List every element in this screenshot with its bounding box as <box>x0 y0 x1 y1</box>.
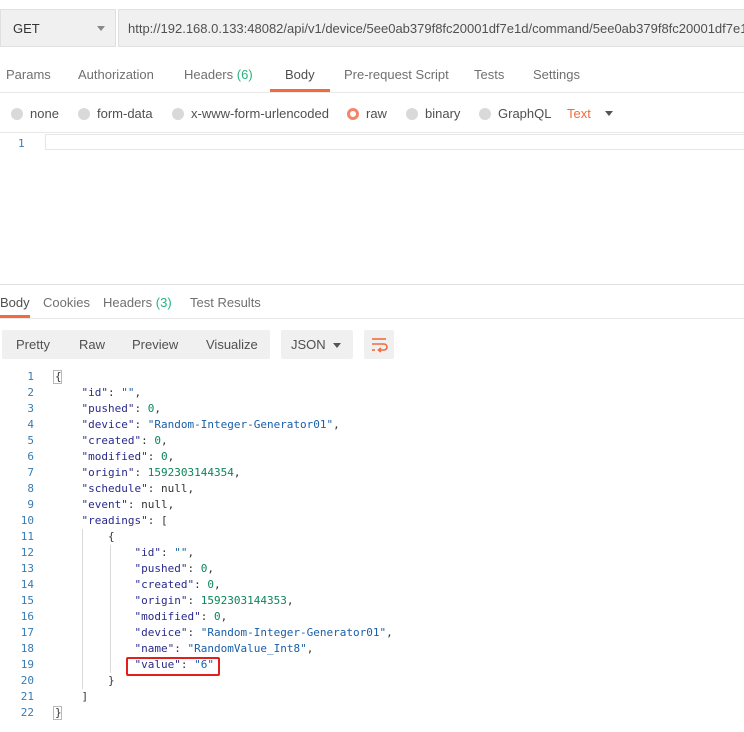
view-pretty-button[interactable]: Pretty <box>16 337 50 352</box>
code-line: "created": 0, <box>134 578 221 591</box>
radio-binary[interactable]: binary <box>406 106 460 121</box>
line-number: 8 <box>27 482 34 495</box>
radio-raw[interactable]: raw <box>347 106 387 121</box>
line-number: 13 <box>20 562 34 575</box>
radio-dot-icon <box>11 107 23 120</box>
code-line: ] <box>55 690 89 703</box>
view-visualize-button[interactable]: Visualize <box>206 337 258 352</box>
line-number: 3 <box>27 402 34 415</box>
line-number: 18 <box>20 642 34 655</box>
code-line: "modified": 0, <box>134 610 228 623</box>
url-input[interactable]: http://192.168.0.133:48082/api/v1/device… <box>118 9 744 47</box>
line-number: 11 <box>20 530 34 543</box>
tab-body[interactable]: Body <box>285 67 315 82</box>
code-line: } <box>55 674 115 687</box>
tab-settings[interactable]: Settings <box>533 67 580 82</box>
response-tab-test-results[interactable]: Test Results <box>190 295 261 310</box>
line-number: 15 <box>20 594 34 607</box>
raw-format-select[interactable]: Text <box>567 106 591 121</box>
body-type-options: none form-data x-www-form-urlencoded raw… <box>0 100 744 126</box>
code-line: "pushed": 0, <box>134 562 214 575</box>
code-line: "value": "6" <box>134 658 214 671</box>
line-number: 12 <box>20 546 34 559</box>
line-number: 19 <box>20 658 34 671</box>
response-tab-headers[interactable]: Headers (3) <box>103 295 172 310</box>
active-tab-indicator <box>270 89 330 92</box>
line-number: 16 <box>20 610 34 623</box>
radio-dot-icon <box>479 107 491 120</box>
code-line: "device": "Random-Integer-Generator01", <box>134 626 393 639</box>
tab-authorization[interactable]: Authorization <box>78 67 154 82</box>
radio-dot-icon <box>172 107 184 120</box>
method-label: GET <box>13 21 40 36</box>
line-number: 1 <box>18 137 25 150</box>
chevron-down-icon <box>97 26 105 31</box>
active-line <box>45 134 744 150</box>
response-tab-cookies[interactable]: Cookies <box>43 295 90 310</box>
code-line: "name": "RandomValue_Int8", <box>134 642 314 655</box>
active-tab-indicator <box>0 315 30 318</box>
radio-form-data[interactable]: form-data <box>78 106 153 121</box>
chevron-down-icon <box>333 343 341 348</box>
url-text: http://192.168.0.133:48082/api/v1/device… <box>128 21 744 36</box>
method-select[interactable]: GET <box>0 9 116 47</box>
line-number: 2 <box>27 386 34 399</box>
brace-match-box <box>53 370 62 384</box>
line-number: 5 <box>27 434 34 447</box>
wrap-icon <box>372 338 388 353</box>
code-line: "device": "Random-Integer-Generator01", <box>81 418 340 431</box>
format-label: JSON <box>291 337 326 352</box>
headers-count: (3) <box>155 295 172 310</box>
code-line: "id": "", <box>81 386 142 399</box>
response-tabs: Body Cookies Headers (3) Test Results <box>0 285 744 319</box>
line-number: 10 <box>20 514 34 527</box>
code-line: "created": 0, <box>81 434 168 447</box>
radio-none[interactable]: none <box>11 106 59 121</box>
radio-dot-icon <box>406 107 418 120</box>
line-number: 22 <box>20 706 34 719</box>
tab-params[interactable]: Params <box>6 67 51 82</box>
radio-x-www-form-urlencoded[interactable]: x-www-form-urlencoded <box>172 106 329 121</box>
code-line: "id": "", <box>134 546 195 559</box>
tab-pre-request-script[interactable]: Pre-request Script <box>344 67 449 82</box>
line-number: 20 <box>20 674 34 687</box>
line-number: 1 <box>27 370 34 383</box>
view-raw-button[interactable]: Raw <box>79 337 105 352</box>
view-mode-group: Pretty Raw Preview Visualize <box>2 330 270 359</box>
brace-match-box <box>53 706 62 720</box>
response-code-view[interactable]: 1 {2 "id": "", 3 "pushed": 0, 4 "device": "… <box>0 369 744 729</box>
response-format-select[interactable]: JSON <box>281 330 353 359</box>
line-number: 17 <box>20 626 34 639</box>
code-line: "schedule": null, <box>81 482 195 495</box>
tab-tests[interactable]: Tests <box>474 67 504 82</box>
line-number: 4 <box>27 418 34 431</box>
radio-selected-icon <box>347 107 359 120</box>
radio-graphql[interactable]: GraphQL <box>479 106 551 121</box>
code-line: "modified": 0, <box>81 450 175 463</box>
chevron-down-icon[interactable] <box>605 111 613 116</box>
response-tab-body[interactable]: Body <box>0 295 30 310</box>
line-number: 9 <box>27 498 34 511</box>
code-line: "event": null, <box>81 498 175 511</box>
line-number: 6 <box>27 450 34 463</box>
view-preview-button[interactable]: Preview <box>132 337 178 352</box>
request-tabs: Params Authorization Headers (6) Body Pr… <box>0 60 744 93</box>
wrap-lines-button[interactable] <box>364 330 394 359</box>
line-number: 14 <box>20 578 34 591</box>
code-line: "readings": [ <box>81 514 168 527</box>
line-number: 21 <box>20 690 34 703</box>
request-body-editor[interactable]: 1 <box>0 132 744 283</box>
code-line: "pushed": 0, <box>81 402 161 415</box>
code-line: { <box>55 530 115 543</box>
radio-dot-icon <box>78 107 90 120</box>
tab-headers[interactable]: Headers (6) <box>184 67 253 82</box>
code-line: "origin": 1592303144353, <box>134 594 294 607</box>
line-number: 7 <box>27 466 34 479</box>
headers-count: (6) <box>236 67 253 82</box>
code-line: "origin": 1592303144354, <box>81 466 241 479</box>
